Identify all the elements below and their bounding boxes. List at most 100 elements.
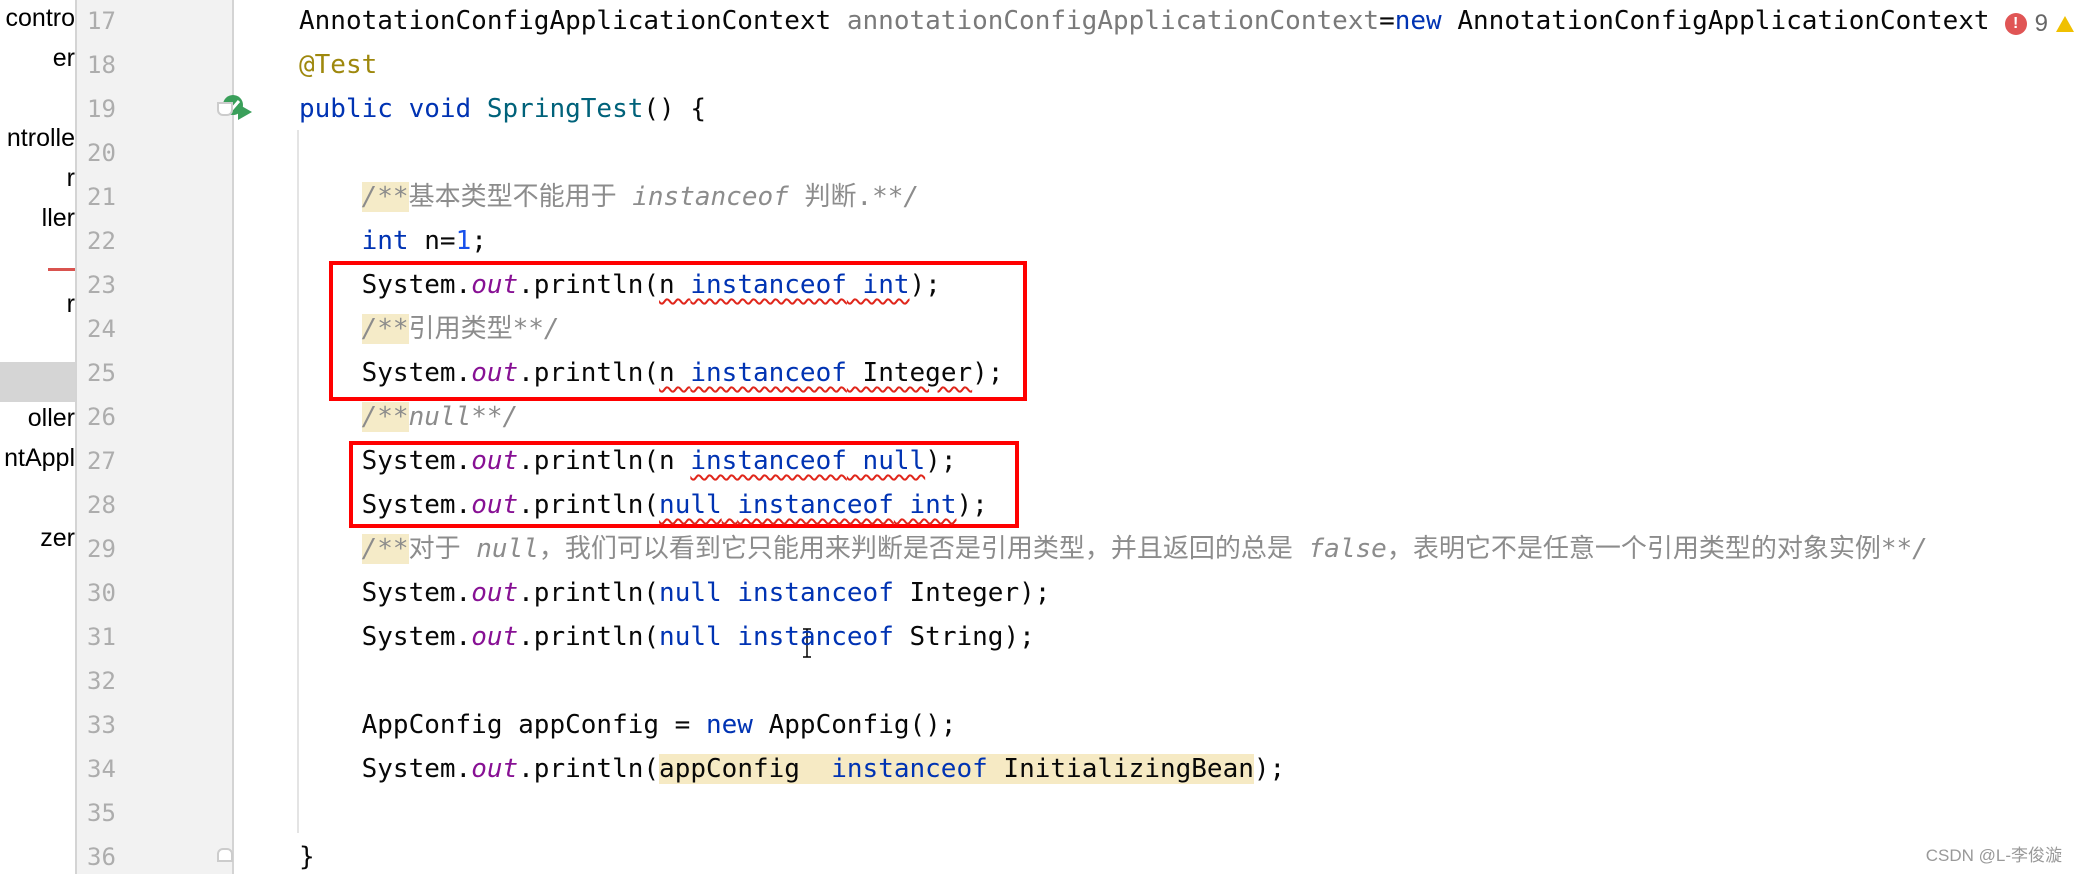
line-number: 22 [87,227,116,255]
code-token: System. [299,622,472,652]
code-token: () { [643,94,707,124]
sidebar-item[interactable]: r [67,164,75,193]
code-token: false [1308,534,1387,564]
sidebar-item[interactable]: r [67,290,75,319]
code-token: null**/ [408,402,519,432]
editor-gutter: 17 18 19 20 21 22 23 24 25 26 27 28 29 30 31 32 33 34 35 36 [77,0,252,874]
fold-end-icon[interactable] [217,848,233,862]
error-icon: ! [2004,13,2027,35]
code-line[interactable]: System.out.println(null instanceof Integ… [299,571,1051,615]
code-token: 判断. [788,182,873,212]
code-line[interactable]: System.out.println(appConfig instanceof … [299,747,1285,791]
line-number: 27 [87,447,116,475]
code-line[interactable]: System.out.println(null instanceof Strin… [299,615,1035,659]
code-token: n [659,270,691,300]
code-token: instanceof [737,578,894,608]
line-number: 28 [87,491,116,519]
sidebar-item[interactable]: ller [42,204,75,233]
code-token: /** [361,182,409,212]
line-number: 32 [87,667,116,695]
sidebar-item[interactable]: oller [28,404,75,433]
code-line[interactable]: /**引用类型**/ [299,307,560,351]
code-editor[interactable]: AnnotationConfigApplicationContext annot… [234,0,2074,874]
code-token: String); [893,622,1035,652]
code-token: ); [956,490,988,520]
code-token: 对于 [408,534,477,564]
code-line[interactable]: System.out.println(n instanceof int); [299,263,941,307]
code-token: instanceof [690,270,847,300]
code-line[interactable]: System.out.println(n instanceof null); [299,439,957,483]
sidebar-item[interactable]: er [53,44,75,73]
code-token: null [659,578,722,608]
code-token: instanceof [632,182,789,212]
code-token: annotationConfigApplicationContext [846,6,1380,36]
sidebar-item[interactable]: ntrolle [7,124,75,153]
code-token: instanceof [737,490,894,520]
code-token: .println( [518,578,660,608]
code-token: out [471,578,519,608]
code-line[interactable]: /**基本类型不能用于 instanceof 判断.**/ [299,175,919,219]
code-token: public [299,94,393,124]
code-token: n= [408,226,456,256]
sidebar-selected-row[interactable] [0,362,75,402]
code-token: InitializingBean [987,754,1254,784]
code-token: 1 [455,226,472,256]
code-token: /** [361,534,409,564]
code-token: .println( [518,490,660,520]
code-token: .println(n [518,446,691,476]
code-token: System. [299,270,472,300]
problems-indicator[interactable]: ! 9 [1994,10,2074,38]
code-token: **/ [1880,534,1928,564]
code-token: ); [909,270,941,300]
code-token: System. [299,358,472,388]
line-number: 34 [87,755,116,783]
line-number: 31 [87,623,116,651]
code-line[interactable]: /**null**/ [299,395,518,439]
line-number: 25 [87,359,116,387]
code-token: ); [972,358,1004,388]
code-token: .println( [518,358,660,388]
sidebar-item[interactable]: contro [6,4,75,33]
watermark: CSDN @L-李俊漩 [1925,846,2062,865]
code-line[interactable]: public void SpringTest() { [299,87,706,131]
code-token: } [299,842,315,872]
code-line[interactable]: AppConfig appConfig = new AppConfig(); [299,703,957,747]
code-token: Integer); [893,578,1051,608]
code-token: ，我们可以看到它只能用来判断是否是引用类型，并且返回的总是 [538,534,1309,564]
code-line[interactable]: @Test [299,43,377,87]
sidebar-item[interactable]: ntAppl [4,444,75,473]
code-token: .println( [518,622,660,652]
code-token: System. [299,446,472,476]
code-token: instanceof [690,358,847,388]
code-token: .println( [518,754,660,784]
code-line[interactable]: System.out.println(n instanceof Integer)… [299,351,1004,395]
code-line[interactable]: AnnotationConfigApplicationContext annot… [299,0,1990,43]
code-token: ); [925,446,957,476]
code-token: SpringTest [486,94,644,124]
code-line[interactable]: int n=1; [299,219,487,263]
code-token: instanceof [737,622,894,652]
fold-start-icon[interactable] [217,102,233,116]
code-token: appConfig [659,754,832,784]
code-token: void [408,94,472,124]
line-number: 20 [87,139,116,167]
code-token: 引用类型 [408,314,513,344]
line-number: 36 [87,843,116,871]
code-token: null [659,490,722,520]
code-line[interactable]: } [299,835,315,879]
code-token: int [846,270,910,300]
code-token: System. [299,754,472,784]
code-line[interactable]: System.out.println(null instanceof int); [299,483,988,527]
code-token: AnnotationConfigApplicationContext [1441,6,1990,36]
line-number: 30 [87,579,116,607]
sidebar-item[interactable]: zer [40,524,75,553]
line-number: 29 [87,535,116,563]
code-token: /** [361,314,409,344]
code-token: Integer [846,358,973,388]
code-line[interactable]: /**对于 null，我们可以看到它只能用来判断是否是引用类型，并且返回的总是 … [299,527,1928,571]
line-number: 21 [87,183,116,211]
